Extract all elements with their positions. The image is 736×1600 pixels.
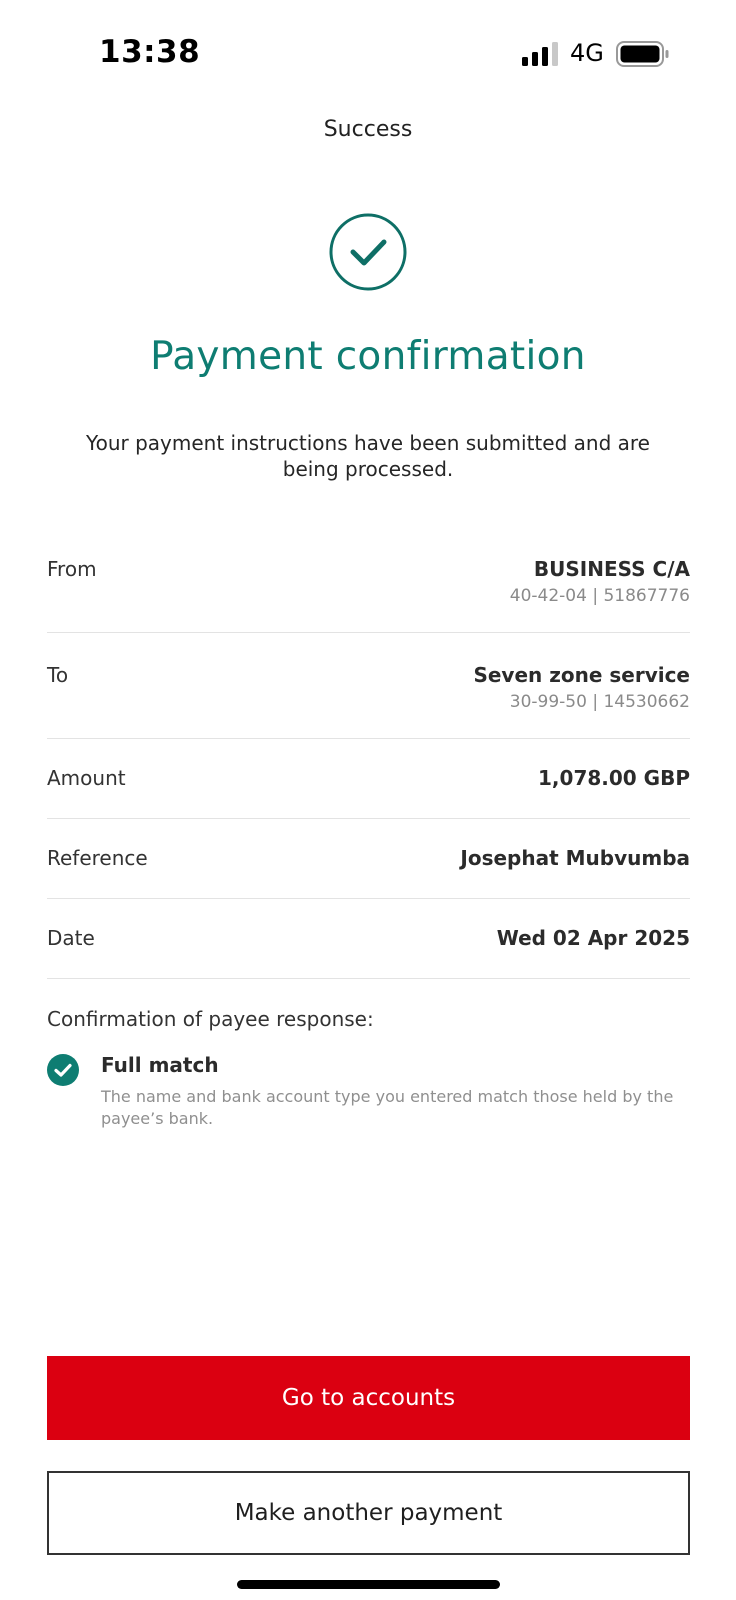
- reference-value: Josephat Mubvumba: [460, 846, 690, 870]
- from-account-number: 40-42-04 | 51867776: [509, 586, 690, 606]
- to-label: To: [47, 663, 69, 687]
- status-time: 13:38: [99, 34, 201, 70]
- amount-value: 1,078.00 GBP: [538, 766, 690, 790]
- confirmation-message: Your payment instructions have been subm…: [86, 431, 650, 481]
- home-indicator[interactable]: [237, 1580, 500, 1589]
- success-check-icon: [329, 213, 407, 291]
- amount-label: Amount: [47, 766, 126, 790]
- detail-row-amount: Amount 1,078.00 GBP: [47, 739, 690, 819]
- signal-icon: [522, 42, 558, 66]
- payee-check-result: Full match: [101, 1053, 219, 1077]
- detail-row-to: To Seven zone service 30-99-50 | 1453066…: [47, 633, 690, 739]
- to-account-number: 30-99-50 | 14530662: [509, 692, 690, 712]
- match-check-icon: [47, 1054, 79, 1086]
- battery-icon: [616, 41, 669, 67]
- status-bar: 13:38 4G: [0, 0, 736, 100]
- detail-row-from: From BUSINESS C/A 40-42-04 | 51867776: [47, 533, 690, 633]
- to-payee-name: Seven zone service: [473, 663, 690, 687]
- detail-row-date: Date Wed 02 Apr 2025: [47, 899, 690, 979]
- reference-label: Reference: [47, 846, 148, 870]
- go-to-accounts-button[interactable]: Go to accounts: [47, 1356, 690, 1440]
- date-value: Wed 02 Apr 2025: [496, 926, 690, 950]
- make-another-payment-button[interactable]: Make another payment: [47, 1471, 690, 1555]
- detail-row-reference: Reference Josephat Mubvumba: [47, 819, 690, 899]
- confirmation-headline: Payment confirmation: [150, 334, 586, 379]
- date-label: Date: [47, 926, 95, 950]
- payment-details: From BUSINESS C/A 40-42-04 | 51867776 To…: [47, 533, 690, 979]
- payee-check-description: The name and bank account type you enter…: [101, 1087, 674, 1128]
- from-label: From: [47, 557, 97, 581]
- from-account-name: BUSINESS C/A: [533, 557, 690, 581]
- page-title: Success: [323, 117, 413, 142]
- network-type: 4G: [570, 39, 604, 67]
- payee-check-label: Confirmation of payee response:: [47, 1007, 374, 1031]
